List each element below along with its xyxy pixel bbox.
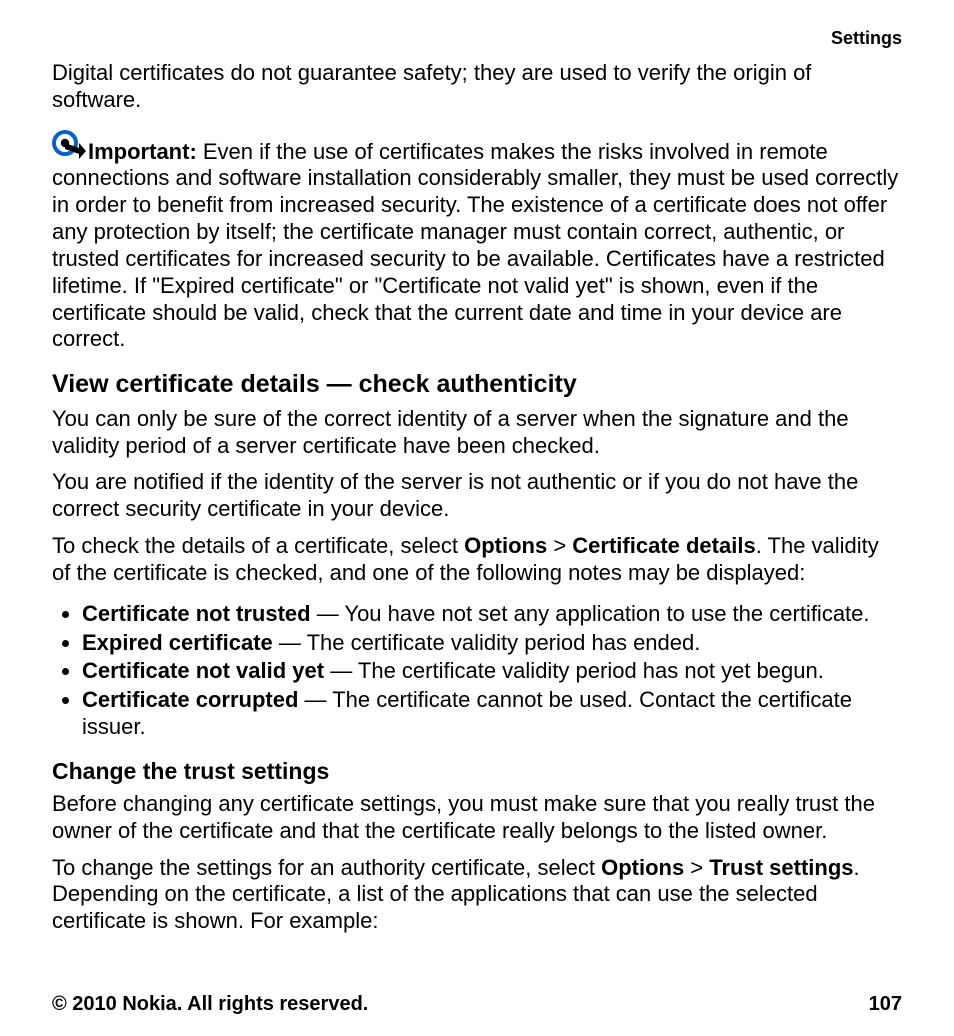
important-text: Even if the use of certificates makes th… (52, 139, 898, 352)
list-item: Certificate not valid yet — The certific… (82, 658, 902, 685)
section2-p2-pre: To change the settings for an authority … (52, 855, 601, 880)
options-label: Options (464, 533, 547, 558)
section1-p2: You are notified if the identity of the … (52, 469, 902, 523)
notes-list: Certificate not trusted — You have not s… (52, 601, 902, 743)
note-text: — The certificate validity period has en… (273, 630, 701, 655)
path-separator: > (547, 533, 572, 558)
important-label: Important: (88, 139, 197, 164)
intro-paragraph: Digital certificates do not guarantee sa… (52, 60, 902, 114)
important-paragraph: Important: Even if the use of certificat… (52, 130, 902, 354)
note-title: Certificate not trusted (82, 601, 311, 626)
section-header: Settings (52, 28, 902, 50)
note-title: Certificate corrupted (82, 687, 298, 712)
list-item: Expired certificate — The certificate va… (82, 630, 902, 657)
note-title: Certificate not valid yet (82, 658, 324, 683)
section1-heading: View certificate details — check authent… (52, 369, 902, 400)
footer: © 2010 Nokia. All rights reserved. 107 (52, 972, 902, 1016)
options-label: Options (601, 855, 684, 880)
trust-settings-label: Trust settings (709, 855, 853, 880)
section1-p3: To check the details of a certificate, s… (52, 533, 902, 587)
copyright-text: © 2010 Nokia. All rights reserved. (52, 992, 368, 1016)
note-title: Expired certificate (82, 630, 273, 655)
section2-p1: Before changing any certificate settings… (52, 791, 902, 845)
section2-p2: To change the settings for an authority … (52, 855, 902, 935)
list-item: Certificate not trusted — You have not s… (82, 601, 902, 628)
list-item: Certificate corrupted — The certificate … (82, 687, 902, 741)
page: Settings Digital certificates do not gua… (0, 0, 954, 1036)
section2-heading: Change the trust settings (52, 757, 902, 785)
important-icon (52, 130, 86, 164)
section1-p3-pre: To check the details of a certificate, s… (52, 533, 464, 558)
note-text: — You have not set any application to us… (311, 601, 870, 626)
page-number: 107 (869, 992, 902, 1016)
note-text: — The certificate validity period has no… (324, 658, 824, 683)
section1-p1: You can only be sure of the correct iden… (52, 406, 902, 460)
path-separator: > (684, 855, 709, 880)
certificate-details-label: Certificate details (572, 533, 755, 558)
